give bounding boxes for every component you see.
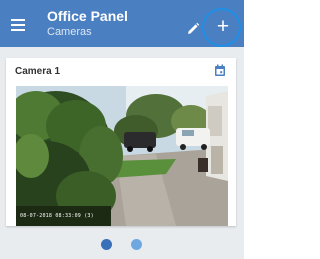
camera-feed-image — [16, 86, 228, 226]
main-content: Camera 1 08-07-2018 08:33:09 (3) — [0, 47, 244, 259]
app-bar: Office Panel Cameras + — [0, 0, 244, 47]
camera-title: Camera 1 — [15, 66, 61, 77]
calendar-icon[interactable] — [214, 64, 226, 77]
page-subtitle: Cameras — [47, 26, 92, 38]
hamburger-menu-icon[interactable] — [9, 17, 29, 33]
page-indicator — [0, 236, 244, 250]
page-title: Office Panel — [47, 8, 128, 24]
page-dot-active[interactable] — [101, 239, 112, 250]
pencil-icon[interactable] — [185, 21, 201, 37]
app-bar-titles: Office Panel Cameras — [47, 8, 128, 39]
camera-feed[interactable]: 08-07-2018 08:33:09 (3) — [16, 86, 228, 226]
plus-icon[interactable]: + — [213, 16, 233, 38]
video-timestamp: 08-07-2018 08:33:09 (3) — [20, 213, 94, 219]
page-dot[interactable] — [131, 239, 142, 250]
camera-card[interactable]: Camera 1 08-07-2018 08:33:09 (3) — [6, 58, 236, 226]
add-button-highlight[interactable]: + — [202, 8, 241, 47]
